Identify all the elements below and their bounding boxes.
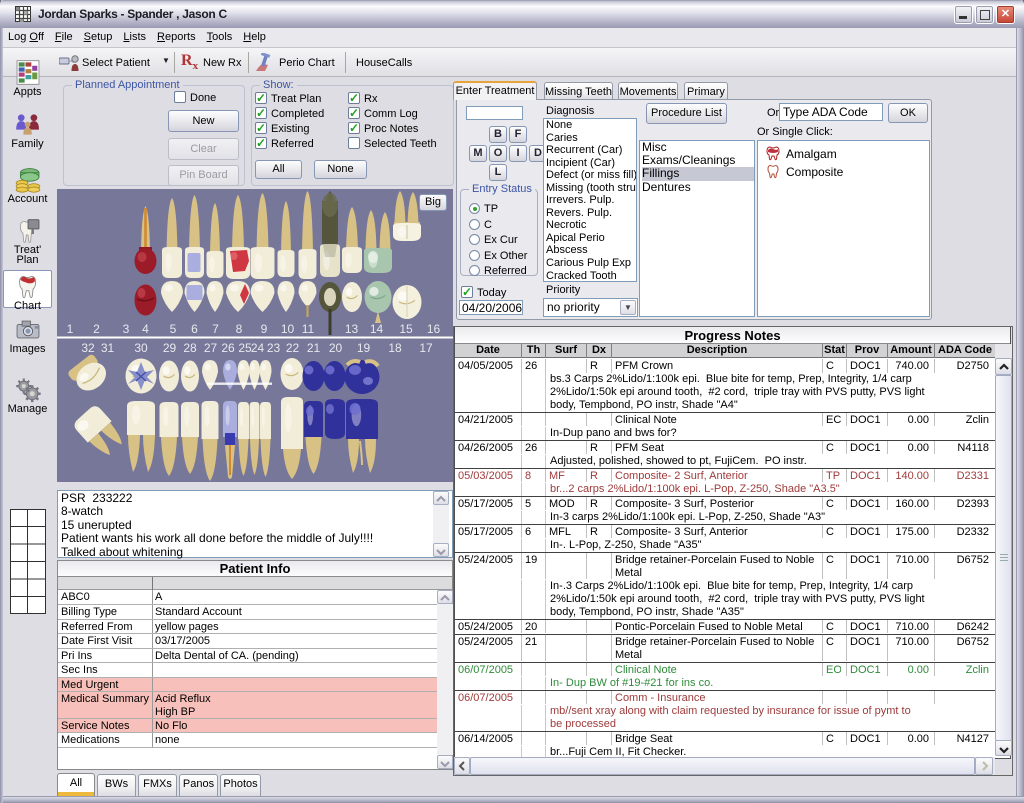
svg-text:8: 8 <box>236 322 243 336</box>
svg-text:2: 2 <box>93 322 100 336</box>
svg-text:9: 9 <box>261 322 268 336</box>
svg-text:10: 10 <box>281 322 295 336</box>
svg-text:3: 3 <box>123 322 130 336</box>
svg-text:16: 16 <box>427 322 441 336</box>
svg-text:7: 7 <box>212 322 219 336</box>
svg-text:13: 13 <box>345 322 359 336</box>
svg-text:32: 32 <box>81 341 95 355</box>
svg-text:22: 22 <box>286 341 300 355</box>
svg-text:20: 20 <box>329 341 343 355</box>
svg-text:4: 4 <box>142 322 149 336</box>
svg-text:1: 1 <box>67 322 74 336</box>
svg-text:24: 24 <box>251 341 265 355</box>
svg-text:14: 14 <box>370 322 384 336</box>
svg-text:11: 11 <box>302 322 315 336</box>
svg-text:6: 6 <box>191 322 198 336</box>
svg-text:18: 18 <box>388 341 402 355</box>
svg-text:26: 26 <box>221 341 235 355</box>
svg-text:31: 31 <box>101 341 115 355</box>
svg-text:15: 15 <box>399 322 413 336</box>
svg-text:19: 19 <box>357 341 371 355</box>
svg-text:28: 28 <box>183 341 197 355</box>
svg-text:17: 17 <box>419 341 433 355</box>
svg-text:29: 29 <box>163 341 177 355</box>
svg-text:21: 21 <box>307 341 321 355</box>
svg-text:27: 27 <box>204 341 218 355</box>
svg-text:30: 30 <box>134 341 148 355</box>
svg-text:5: 5 <box>170 322 177 336</box>
svg-text:23: 23 <box>267 341 281 355</box>
